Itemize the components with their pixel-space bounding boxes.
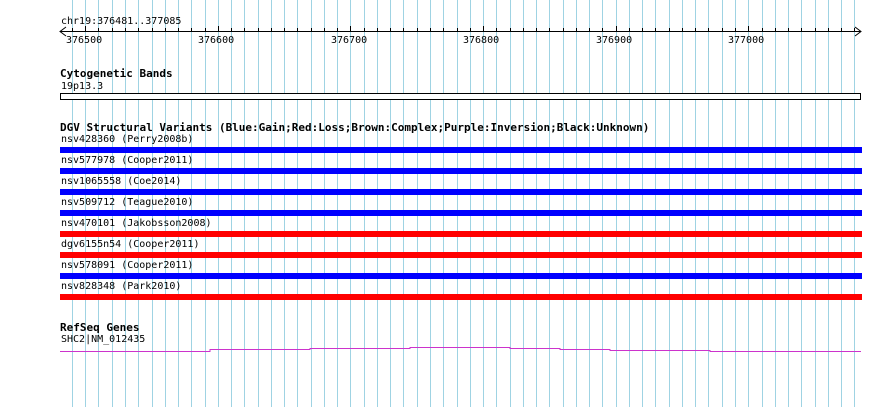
variant-bar — [60, 210, 862, 216]
variant-bar — [60, 189, 862, 195]
ruler-tick-label-376600: 376600 — [198, 35, 235, 46]
variant-label[interactable]: dgv6155n54 (Cooper2011) — [61, 239, 199, 251]
variant-bar — [60, 294, 862, 300]
ruler-tick-label-376500: 376500 — [66, 35, 103, 46]
variant-label[interactable]: nsv509712 (Teague2010) — [61, 197, 193, 209]
cytoband-label[interactable]: 19p13.3 — [61, 81, 103, 93]
variant-label[interactable]: nsv828348 (Park2010) — [61, 281, 181, 293]
variant-label[interactable]: nsv577978 (Cooper2011) — [61, 155, 193, 167]
ruler-tick-label-376700: 376700 — [331, 35, 368, 46]
gene-label[interactable]: SHC2|NM_012435 — [61, 334, 145, 346]
genome-browser-panel: chr19:376481..377085 376500 376600 37670… — [0, 0, 890, 407]
variant-label[interactable]: nsv1065558 (Coe2014) — [61, 176, 181, 188]
variant-bar — [60, 231, 862, 237]
region-label: chr19:376481..377085 — [61, 16, 182, 27]
variant-label[interactable]: nsv578091 (Cooper2011) — [61, 260, 193, 272]
variant-bar — [60, 273, 862, 279]
gene-model-line — [60, 347, 861, 352]
variant-label[interactable]: nsv470101 (Jakobsson2008) — [61, 218, 212, 230]
dgv-track-title[interactable]: DGV Structural Variants (Blue:Gain;Red:L… — [60, 121, 649, 134]
variant-bar — [60, 252, 862, 258]
refseq-track-title[interactable]: RefSeq Genes — [60, 321, 139, 334]
variant-label[interactable]: nsv428360 (Perry2008b) — [61, 134, 193, 146]
ruler-tick-label-376800: 376800 — [463, 35, 500, 46]
ruler-tick-label-376900: 376900 — [596, 35, 633, 46]
cytoband-bar — [60, 93, 861, 100]
variant-bar — [60, 147, 862, 153]
ruler-tick-label-377000: 377000 — [728, 35, 765, 46]
cytoband-track-title[interactable]: Cytogenetic Bands — [60, 67, 173, 80]
variant-bar — [60, 168, 862, 174]
